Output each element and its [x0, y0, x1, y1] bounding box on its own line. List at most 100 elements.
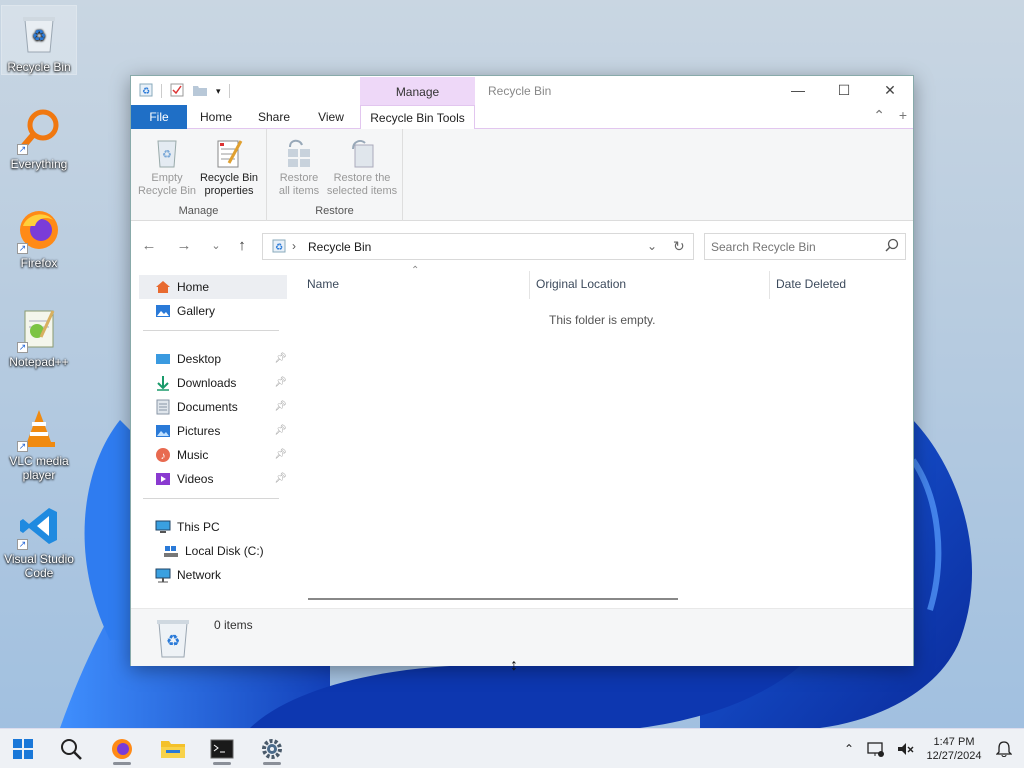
- search-input[interactable]: [711, 238, 879, 256]
- notification-bell-icon[interactable]: [992, 729, 1016, 768]
- clock-time: 1:47 PM: [933, 736, 975, 748]
- taskbar-file-explorer[interactable]: [154, 733, 192, 765]
- close-button[interactable]: ✕: [867, 76, 913, 105]
- minimize-button[interactable]: —: [775, 76, 821, 105]
- sidebar-item-gallery[interactable]: Gallery: [139, 299, 287, 323]
- title-bar[interactable]: ♻ ▾ Manage Recycle Bin — ☐ ✕: [131, 76, 913, 105]
- volume-muted-icon[interactable]: [893, 729, 917, 768]
- firefox-icon: [112, 739, 132, 759]
- network-status-icon[interactable]: [864, 729, 888, 768]
- desktop-icon-everything[interactable]: ↗ Everything: [2, 103, 76, 171]
- sidebar-item-network[interactable]: Network: [139, 563, 287, 587]
- desktop-icon-vscode[interactable]: ↗ Visual Studio Code: [2, 498, 76, 580]
- column-header-date-deleted[interactable]: Date Deleted: [776, 271, 846, 301]
- collapse-ribbon-icon[interactable]: ⌃: [873, 107, 885, 123]
- tab-file[interactable]: File: [131, 105, 187, 129]
- recent-locations-chevron-icon[interactable]: ⌄: [205, 235, 227, 257]
- desktop-icon-vlc[interactable]: ↗ VLC media player: [2, 400, 76, 482]
- pin-icon[interactable]: 📌︎: [274, 395, 287, 419]
- help-plus-icon[interactable]: +: [899, 107, 907, 123]
- new-folder-icon[interactable]: [192, 83, 208, 100]
- qat-dropdown-icon[interactable]: ▾: [216, 86, 221, 97]
- up-arrow-icon[interactable]: ↑: [231, 235, 253, 257]
- shortcut-arrow-icon: ↗: [17, 243, 28, 254]
- tray-overflow-chevron-icon[interactable]: ⌃: [838, 729, 860, 768]
- file-list: ⌃ Name Original Location Date Deleted Th…: [291, 265, 913, 611]
- pin-icon[interactable]: 📌︎: [274, 467, 287, 491]
- address-bar[interactable]: ♻ › Recycle Bin ⌄ ↻: [262, 233, 694, 260]
- windows-logo-icon: [13, 739, 33, 759]
- tab-recycle-bin-tools[interactable]: Recycle Bin Tools: [360, 105, 475, 130]
- breadcrumb-recycle-bin[interactable]: Recycle Bin: [308, 240, 371, 254]
- column-header-original-location[interactable]: Original Location: [536, 271, 626, 301]
- button-label: Recycle Bin: [199, 172, 259, 184]
- item-count: 0 items: [214, 618, 253, 632]
- pin-icon[interactable]: 📌︎: [274, 347, 287, 371]
- sidebar-item-documents[interactable]: Documents 📌︎: [139, 395, 287, 419]
- sidebar-item-downloads[interactable]: Downloads 📌︎: [139, 371, 287, 395]
- tab-home[interactable]: Home: [191, 105, 241, 129]
- search-icon[interactable]: [885, 238, 899, 255]
- taskbar-terminal[interactable]: [203, 733, 241, 765]
- properties-check-icon[interactable]: [170, 83, 184, 100]
- pin-icon[interactable]: 📌︎: [274, 443, 287, 467]
- button-label: Recycle Bin: [137, 185, 197, 197]
- window-controls: — ☐ ✕: [775, 76, 913, 105]
- recycle-bin-icon: ♻: [155, 617, 191, 662]
- shortcut-arrow-icon: ↗: [17, 539, 28, 550]
- taskbar-settings[interactable]: [253, 733, 291, 765]
- forward-arrow-icon[interactable]: →: [173, 235, 195, 257]
- vscode-icon: ↗: [15, 502, 63, 550]
- desktop-icon-recycle-bin[interactable]: ♻ Recycle Bin: [1, 5, 77, 75]
- gear-icon: [262, 739, 282, 759]
- music-icon: ♪: [155, 447, 171, 463]
- sidebar-item-local-disk[interactable]: Local Disk (C:): [139, 539, 287, 563]
- tab-view[interactable]: View: [306, 105, 356, 129]
- taskbar-firefox[interactable]: [103, 733, 141, 765]
- search-box[interactable]: [704, 233, 906, 260]
- clock-date: 12/27/2024: [926, 750, 982, 762]
- recycle-bin-small-icon[interactable]: ♻: [139, 83, 153, 100]
- pin-icon[interactable]: 📌︎: [274, 371, 287, 395]
- recycle-bin-small-icon: ♻: [272, 239, 286, 256]
- back-arrow-icon[interactable]: ←: [138, 235, 160, 257]
- recycle-bin-icon: ♻: [15, 10, 63, 58]
- sidebar-item-this-pc[interactable]: This PC: [139, 515, 287, 539]
- this-pc-monitor-icon: [155, 519, 171, 535]
- desktop-icon-notepad-plus-plus[interactable]: ↗ Notepad++: [2, 301, 76, 369]
- restore-selected-items-button[interactable]: Restore the selected items: [325, 135, 399, 198]
- start-button[interactable]: [4, 733, 42, 765]
- pin-icon[interactable]: 📌︎: [274, 419, 287, 443]
- sidebar-item-desktop[interactable]: Desktop 📌︎: [139, 347, 287, 371]
- everything-search-icon: ↗: [15, 107, 63, 155]
- restore-all-icon: [283, 135, 315, 169]
- sidebar-divider: [143, 330, 279, 331]
- clock[interactable]: 1:47 PM 12/27/2024: [922, 729, 986, 768]
- column-divider[interactable]: [529, 271, 530, 299]
- restore-all-items-button[interactable]: Restore all items: [267, 135, 331, 198]
- sidebar-item-home[interactable]: Home: [139, 275, 287, 299]
- context-tab-group-manage: Manage: [360, 77, 475, 105]
- button-label: selected items: [326, 185, 398, 197]
- taskbar-search-button[interactable]: [52, 733, 90, 765]
- home-icon: [155, 279, 171, 295]
- maximize-button[interactable]: ☐: [821, 76, 867, 105]
- recycle-bin-properties-button[interactable]: Recycle Bin properties: [197, 135, 261, 198]
- address-dropdown-icon[interactable]: ⌄: [647, 239, 657, 253]
- refresh-icon[interactable]: ↻: [673, 238, 685, 255]
- button-label: all items: [278, 185, 320, 197]
- empty-recycle-bin-button[interactable]: ♻ Empty Recycle Bin: [135, 135, 199, 198]
- empty-folder-message: This folder is empty.: [549, 313, 656, 327]
- sidebar-item-pictures[interactable]: Pictures 📌︎: [139, 419, 287, 443]
- sidebar-item-music[interactable]: ♪ Music 📌︎: [139, 443, 287, 467]
- horizontal-scrollbar[interactable]: [308, 598, 678, 600]
- desktop-icon-label: VLC media player: [9, 454, 69, 482]
- sidebar-item-videos[interactable]: Videos 📌︎: [139, 467, 287, 491]
- tab-share[interactable]: Share: [249, 105, 299, 129]
- column-header-name[interactable]: Name: [307, 271, 339, 301]
- button-label: Restore the: [333, 172, 391, 184]
- desktop-icon-firefox[interactable]: ↗ Firefox: [2, 202, 76, 270]
- videos-icon: [155, 471, 171, 487]
- svg-text:♪: ♪: [161, 451, 166, 462]
- column-divider[interactable]: [769, 271, 770, 299]
